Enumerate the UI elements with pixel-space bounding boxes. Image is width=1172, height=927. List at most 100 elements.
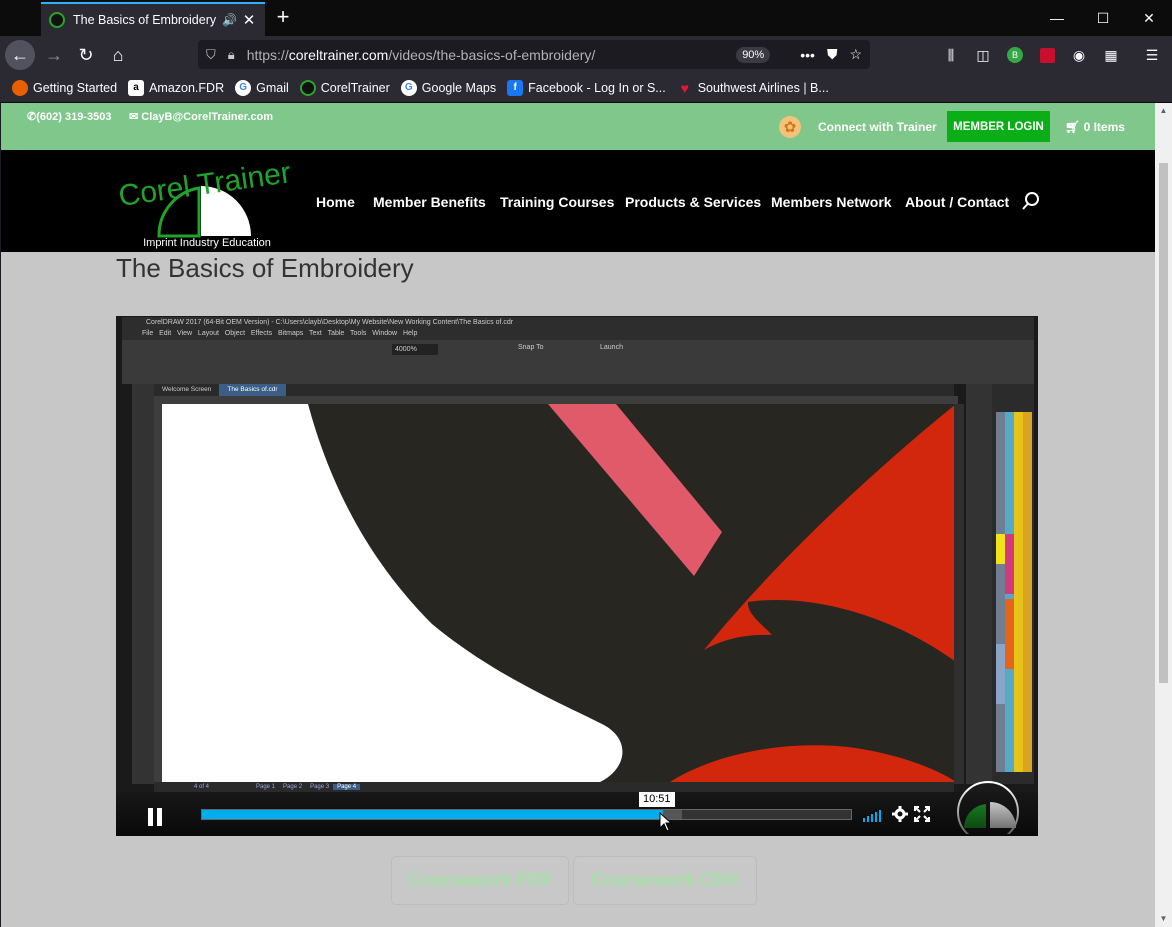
- member-login-button[interactable]: MEMBER LOGIN: [947, 111, 1050, 142]
- contact-topbar: ✆(602) 319-3503 ✉ ClayB@CorelTrainer.com…: [1, 103, 1155, 150]
- back-button[interactable]: ←: [5, 40, 35, 70]
- reload-button[interactable]: ↻: [71, 40, 101, 70]
- video-controls: 10:51: [116, 792, 1038, 836]
- coreldraw-menubar: File Edit View Layout Object Effects Bit…: [122, 328, 1034, 340]
- page-title: The Basics of Embroidery: [116, 253, 414, 283]
- library-icon[interactable]: ⫼: [938, 42, 964, 68]
- bookmark-google-maps[interactable]: G Google Maps: [400, 79, 496, 96]
- flower-icon[interactable]: ✿: [779, 116, 801, 138]
- scroll-up-arrow-icon[interactable]: ▲: [1155, 103, 1172, 119]
- bookmark-southwest[interactable]: ♥ Southwest Airlines | B...: [677, 80, 829, 96]
- speaker-icon[interactable]: 🔊: [222, 13, 237, 27]
- coreldraw-toolbox: [132, 384, 154, 784]
- bookmark-facebook[interactable]: f Facebook - Log In or S...: [507, 79, 666, 96]
- phone-link[interactable]: ✆(602) 319-3503: [27, 110, 111, 123]
- envelope-icon: ✉: [129, 111, 142, 123]
- page-actions-icon[interactable]: •••: [800, 47, 815, 63]
- maximize-window-button[interactable]: ☐: [1080, 0, 1126, 36]
- search-icon[interactable]: [1020, 190, 1042, 212]
- navigation-toolbar: ← → ↻ ⌂ ⛉ 🔒︎ https://coreltrainer.com/vi…: [0, 36, 1172, 73]
- video-progress-bar[interactable]: [201, 809, 852, 820]
- address-bar[interactable]: ⛉ 🔒︎ https://coreltrainer.com/videos/the…: [198, 40, 870, 69]
- nav-member-benefits[interactable]: Member Benefits: [373, 194, 486, 210]
- coreldraw-ruler: [162, 396, 958, 404]
- settings-gear-icon[interactable]: [891, 805, 909, 823]
- pocket-icon[interactable]: ⛊: [827, 46, 838, 63]
- bookmark-star-icon[interactable]: ☆: [849, 46, 862, 63]
- extension-pocket-red-icon[interactable]: [1034, 42, 1060, 68]
- google-icon: G: [235, 79, 252, 96]
- facebook-icon: f: [507, 79, 524, 96]
- fullscreen-icon[interactable]: [913, 805, 931, 823]
- coursework-pdf-button[interactable]: Coursework PDF: [391, 856, 569, 905]
- web-page: ✆(602) 319-3503 ✉ ClayB@CorelTrainer.com…: [1, 103, 1155, 927]
- close-window-button[interactable]: ✕: [1126, 0, 1172, 36]
- mouse-cursor-icon: [659, 812, 673, 832]
- pause-icon[interactable]: [140, 802, 170, 832]
- nav-products-services[interactable]: Products & Services: [625, 194, 761, 210]
- extension-b-icon[interactable]: B: [1002, 42, 1028, 68]
- coreldraw-launch-label: Launch: [600, 344, 623, 351]
- coreldraw-zoom-field: 4000%: [392, 344, 438, 355]
- video-player[interactable]: CorelDRAW 2017 (64-Bit OEM Version) - C:…: [116, 316, 1038, 836]
- sidebar-icon[interactable]: ◫: [970, 42, 996, 68]
- cart-link[interactable]: 🛒︎ 0 Items: [1065, 120, 1125, 134]
- nav-training-courses[interactable]: Training Courses: [500, 194, 614, 210]
- google-icon: G: [400, 79, 417, 96]
- minimize-window-button[interactable]: —: [1034, 0, 1080, 36]
- coreldraw-snap-label: Snap To: [518, 344, 544, 351]
- coreldraw-standard-toolbar: 4000% Snap To Launch: [122, 340, 1034, 360]
- coreldraw-dockers: [966, 384, 992, 784]
- close-tab-icon[interactable]: ✕: [241, 11, 257, 29]
- amazon-icon: a: [128, 79, 145, 96]
- volume-icon[interactable]: [863, 807, 881, 822]
- account-icon[interactable]: ◉: [1066, 42, 1092, 68]
- tab-strip: The Basics of Embroidery - C 🔊 ✕ + — ☐ ✕: [0, 0, 1172, 36]
- active-tab[interactable]: The Basics of Embroidery - C 🔊 ✕: [41, 2, 265, 36]
- progress-played: [202, 810, 663, 819]
- email-link[interactable]: ✉ ClayB@CorelTrainer.com: [129, 110, 273, 123]
- page-scrollbar[interactable]: ▲ ▼: [1155, 103, 1172, 927]
- southwest-heart-icon: ♥: [680, 79, 689, 96]
- shield-icon[interactable]: ⛉: [206, 47, 216, 63]
- nav-home[interactable]: Home: [316, 194, 355, 210]
- coreldraw-color-palette: [992, 384, 1034, 784]
- coreldraw-vertical-ruler: [154, 396, 162, 786]
- url-text[interactable]: https://coreltrainer.com/videos/the-basi…: [247, 47, 737, 63]
- nav-about-contact[interactable]: About / Contact: [905, 194, 1009, 210]
- bookmarks-toolbar: Getting Started a Amazon.FDR G Gmail Corel…: [0, 73, 1172, 103]
- home-button[interactable]: ⌂: [103, 40, 133, 70]
- corel-trainer-logo[interactable]: Corel Trainer Imprint Industry Education: [119, 150, 294, 252]
- bookmark-coreltrainer[interactable]: CorelTrainer: [299, 79, 390, 96]
- bookmark-gmail[interactable]: G Gmail: [235, 79, 289, 96]
- bookmark-getting-started[interactable]: Getting Started: [12, 79, 117, 96]
- coreldraw-page-tabs: 4 of 4 Page 1 Page 2 Page 3 Page 4: [154, 782, 954, 792]
- forward-button[interactable]: →: [39, 40, 69, 70]
- connect-with-trainer-link[interactable]: Connect with Trainer: [818, 120, 937, 134]
- site-header: Corel Trainer Imprint Industry Education…: [1, 150, 1155, 252]
- canvas-artwork: [162, 404, 956, 782]
- hover-time-tooltip: 10:51: [639, 792, 675, 807]
- hamburger-menu-icon[interactable]: ☰: [1139, 42, 1165, 68]
- coreldraw-property-bar: [122, 360, 1034, 384]
- nav-members-network[interactable]: Members Network: [771, 194, 892, 210]
- coreldraw-titlebar: CorelDRAW 2017 (64-Bit OEM Version) - C:…: [122, 317, 1034, 328]
- lock-icon[interactable]: 🔒︎: [228, 47, 235, 63]
- new-tab-button[interactable]: +: [271, 6, 295, 30]
- coreltrainer-icon: [299, 79, 316, 96]
- coreldraw-scrollbar: [954, 404, 964, 784]
- logo-tagline: Imprint Industry Education: [143, 237, 271, 249]
- coreldraw-doc-tabs: Welcome Screen The Basics of.cdr: [154, 384, 954, 396]
- zoom-level-badge[interactable]: 90%: [736, 46, 771, 63]
- extensions-grid-icon[interactable]: ▦: [1098, 42, 1124, 68]
- firefox-icon: [12, 79, 28, 96]
- cart-icon: 🛒︎: [1065, 120, 1084, 134]
- coursework-cdr-button[interactable]: Coursework CDR: [573, 856, 757, 905]
- coreltrainer-favicon-icon: [49, 12, 65, 28]
- coreldraw-canvas: [162, 404, 956, 782]
- phone-icon: ✆: [27, 111, 37, 123]
- scrollbar-thumb[interactable]: [1159, 163, 1168, 683]
- scroll-down-arrow-icon[interactable]: ▼: [1155, 911, 1172, 927]
- tab-title: The Basics of Embroidery - C: [73, 13, 218, 27]
- bookmark-amazon[interactable]: a Amazon.FDR: [128, 79, 224, 96]
